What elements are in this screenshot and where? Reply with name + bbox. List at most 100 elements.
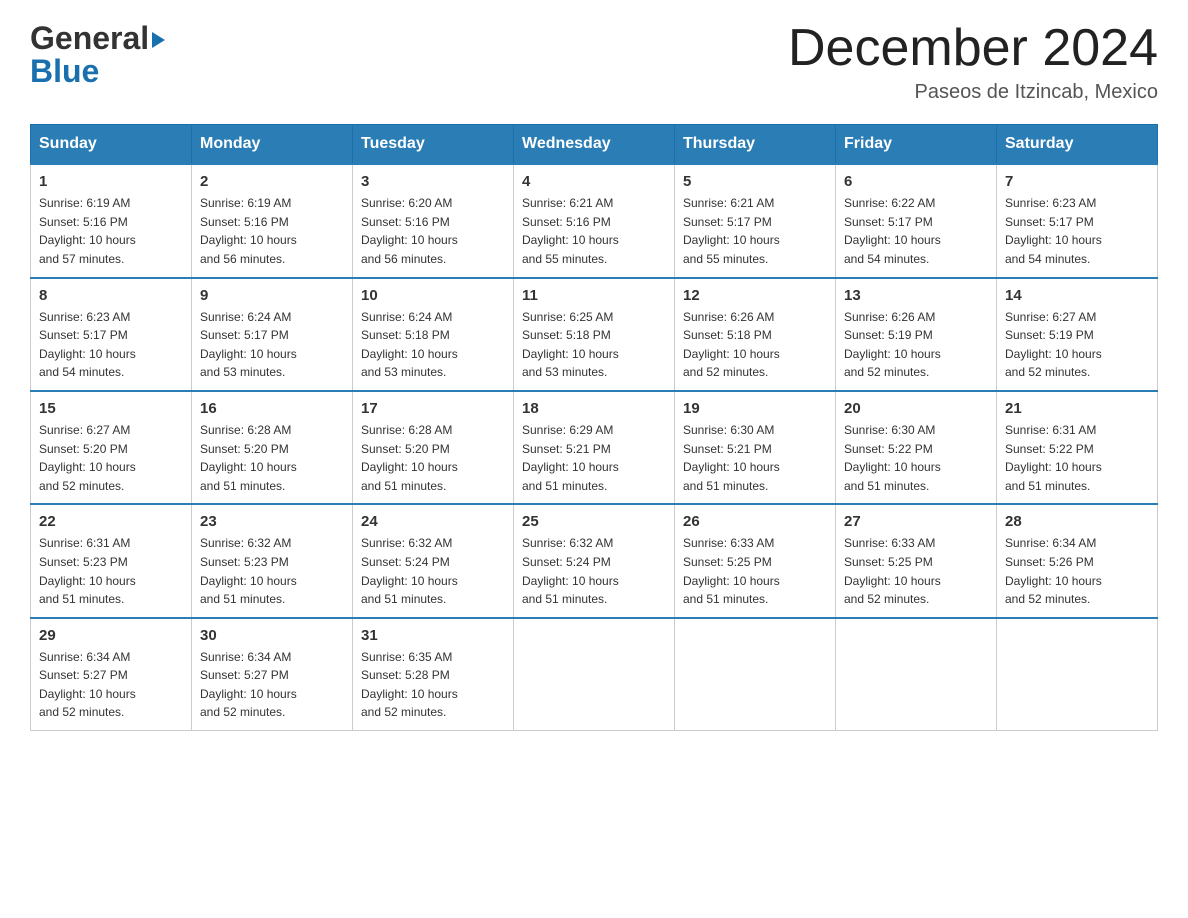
- day-info: Sunrise: 6:33 AM Sunset: 5:25 PM Dayligh…: [844, 534, 988, 608]
- day-cell: 20 Sunrise: 6:30 AM Sunset: 5:22 PM Dayl…: [836, 391, 997, 504]
- day-number: 25: [522, 513, 666, 530]
- week-row-1: 1 Sunrise: 6:19 AM Sunset: 5:16 PM Dayli…: [31, 164, 1158, 277]
- day-number: 14: [1005, 287, 1149, 304]
- day-info: Sunrise: 6:35 AM Sunset: 5:28 PM Dayligh…: [361, 648, 505, 722]
- day-number: 21: [1005, 400, 1149, 417]
- day-cell: 3 Sunrise: 6:20 AM Sunset: 5:16 PM Dayli…: [353, 164, 514, 277]
- day-info: Sunrise: 6:28 AM Sunset: 5:20 PM Dayligh…: [200, 421, 344, 495]
- calendar-body: 1 Sunrise: 6:19 AM Sunset: 5:16 PM Dayli…: [31, 164, 1158, 730]
- day-cell: [675, 618, 836, 731]
- day-number: 22: [39, 513, 183, 530]
- day-info: Sunrise: 6:34 AM Sunset: 5:27 PM Dayligh…: [200, 648, 344, 722]
- day-info: Sunrise: 6:20 AM Sunset: 5:16 PM Dayligh…: [361, 194, 505, 268]
- header-day-saturday: Saturday: [997, 125, 1158, 165]
- day-cell: 15 Sunrise: 6:27 AM Sunset: 5:20 PM Dayl…: [31, 391, 192, 504]
- day-info: Sunrise: 6:19 AM Sunset: 5:16 PM Dayligh…: [200, 194, 344, 268]
- page-header: General Blue December 2024 Paseos de Itz…: [30, 20, 1158, 104]
- day-number: 4: [522, 173, 666, 190]
- day-cell: 30 Sunrise: 6:34 AM Sunset: 5:27 PM Dayl…: [192, 618, 353, 731]
- day-cell: 1 Sunrise: 6:19 AM Sunset: 5:16 PM Dayli…: [31, 164, 192, 277]
- header-day-thursday: Thursday: [675, 125, 836, 165]
- day-number: 9: [200, 287, 344, 304]
- day-cell: 4 Sunrise: 6:21 AM Sunset: 5:16 PM Dayli…: [514, 164, 675, 277]
- day-number: 11: [522, 287, 666, 304]
- header-day-friday: Friday: [836, 125, 997, 165]
- day-info: Sunrise: 6:21 AM Sunset: 5:17 PM Dayligh…: [683, 194, 827, 268]
- month-year-title: December 2024: [788, 20, 1158, 77]
- day-info: Sunrise: 6:19 AM Sunset: 5:16 PM Dayligh…: [39, 194, 183, 268]
- day-number: 17: [361, 400, 505, 417]
- day-info: Sunrise: 6:29 AM Sunset: 5:21 PM Dayligh…: [522, 421, 666, 495]
- day-info: Sunrise: 6:27 AM Sunset: 5:20 PM Dayligh…: [39, 421, 183, 495]
- day-info: Sunrise: 6:24 AM Sunset: 5:17 PM Dayligh…: [200, 308, 344, 382]
- day-info: Sunrise: 6:34 AM Sunset: 5:27 PM Dayligh…: [39, 648, 183, 722]
- day-cell: 28 Sunrise: 6:34 AM Sunset: 5:26 PM Dayl…: [997, 504, 1158, 617]
- day-cell: 22 Sunrise: 6:31 AM Sunset: 5:23 PM Dayl…: [31, 504, 192, 617]
- day-number: 5: [683, 173, 827, 190]
- week-row-4: 22 Sunrise: 6:31 AM Sunset: 5:23 PM Dayl…: [31, 504, 1158, 617]
- logo: General Blue: [30, 20, 165, 90]
- day-number: 12: [683, 287, 827, 304]
- calendar-header: SundayMondayTuesdayWednesdayThursdayFrid…: [31, 125, 1158, 165]
- day-cell: 21 Sunrise: 6:31 AM Sunset: 5:22 PM Dayl…: [997, 391, 1158, 504]
- day-info: Sunrise: 6:30 AM Sunset: 5:22 PM Dayligh…: [844, 421, 988, 495]
- day-cell: [836, 618, 997, 731]
- day-info: Sunrise: 6:30 AM Sunset: 5:21 PM Dayligh…: [683, 421, 827, 495]
- header-day-sunday: Sunday: [31, 125, 192, 165]
- day-info: Sunrise: 6:32 AM Sunset: 5:24 PM Dayligh…: [522, 534, 666, 608]
- day-number: 20: [844, 400, 988, 417]
- day-number: 30: [200, 627, 344, 644]
- day-number: 27: [844, 513, 988, 530]
- location-subtitle: Paseos de Itzincab, Mexico: [788, 81, 1158, 104]
- day-number: 8: [39, 287, 183, 304]
- day-number: 13: [844, 287, 988, 304]
- day-info: Sunrise: 6:28 AM Sunset: 5:20 PM Dayligh…: [361, 421, 505, 495]
- day-number: 2: [200, 173, 344, 190]
- day-cell: 11 Sunrise: 6:25 AM Sunset: 5:18 PM Dayl…: [514, 278, 675, 391]
- week-row-3: 15 Sunrise: 6:27 AM Sunset: 5:20 PM Dayl…: [31, 391, 1158, 504]
- day-cell: 5 Sunrise: 6:21 AM Sunset: 5:17 PM Dayli…: [675, 164, 836, 277]
- logo-general: General: [30, 20, 149, 57]
- day-cell: 7 Sunrise: 6:23 AM Sunset: 5:17 PM Dayli…: [997, 164, 1158, 277]
- day-cell: 10 Sunrise: 6:24 AM Sunset: 5:18 PM Dayl…: [353, 278, 514, 391]
- day-number: 1: [39, 173, 183, 190]
- header-day-wednesday: Wednesday: [514, 125, 675, 165]
- day-number: 31: [361, 627, 505, 644]
- day-cell: 27 Sunrise: 6:33 AM Sunset: 5:25 PM Dayl…: [836, 504, 997, 617]
- day-info: Sunrise: 6:34 AM Sunset: 5:26 PM Dayligh…: [1005, 534, 1149, 608]
- day-cell: 13 Sunrise: 6:26 AM Sunset: 5:19 PM Dayl…: [836, 278, 997, 391]
- week-row-5: 29 Sunrise: 6:34 AM Sunset: 5:27 PM Dayl…: [31, 618, 1158, 731]
- day-info: Sunrise: 6:21 AM Sunset: 5:16 PM Dayligh…: [522, 194, 666, 268]
- header-day-tuesday: Tuesday: [353, 125, 514, 165]
- header-row: SundayMondayTuesdayWednesdayThursdayFrid…: [31, 125, 1158, 165]
- day-number: 28: [1005, 513, 1149, 530]
- day-info: Sunrise: 6:25 AM Sunset: 5:18 PM Dayligh…: [522, 308, 666, 382]
- day-info: Sunrise: 6:23 AM Sunset: 5:17 PM Dayligh…: [1005, 194, 1149, 268]
- logo-blue: Blue: [30, 53, 99, 90]
- day-number: 26: [683, 513, 827, 530]
- day-number: 24: [361, 513, 505, 530]
- week-row-2: 8 Sunrise: 6:23 AM Sunset: 5:17 PM Dayli…: [31, 278, 1158, 391]
- day-number: 16: [200, 400, 344, 417]
- day-cell: 25 Sunrise: 6:32 AM Sunset: 5:24 PM Dayl…: [514, 504, 675, 617]
- day-cell: 19 Sunrise: 6:30 AM Sunset: 5:21 PM Dayl…: [675, 391, 836, 504]
- day-info: Sunrise: 6:23 AM Sunset: 5:17 PM Dayligh…: [39, 308, 183, 382]
- day-number: 23: [200, 513, 344, 530]
- day-cell: 24 Sunrise: 6:32 AM Sunset: 5:24 PM Dayl…: [353, 504, 514, 617]
- day-cell: 26 Sunrise: 6:33 AM Sunset: 5:25 PM Dayl…: [675, 504, 836, 617]
- day-info: Sunrise: 6:26 AM Sunset: 5:18 PM Dayligh…: [683, 308, 827, 382]
- day-number: 15: [39, 400, 183, 417]
- day-cell: 9 Sunrise: 6:24 AM Sunset: 5:17 PM Dayli…: [192, 278, 353, 391]
- day-cell: 6 Sunrise: 6:22 AM Sunset: 5:17 PM Dayli…: [836, 164, 997, 277]
- day-info: Sunrise: 6:32 AM Sunset: 5:23 PM Dayligh…: [200, 534, 344, 608]
- day-number: 7: [1005, 173, 1149, 190]
- day-cell: 12 Sunrise: 6:26 AM Sunset: 5:18 PM Dayl…: [675, 278, 836, 391]
- day-info: Sunrise: 6:31 AM Sunset: 5:22 PM Dayligh…: [1005, 421, 1149, 495]
- day-cell: 31 Sunrise: 6:35 AM Sunset: 5:28 PM Dayl…: [353, 618, 514, 731]
- day-number: 10: [361, 287, 505, 304]
- day-cell: 16 Sunrise: 6:28 AM Sunset: 5:20 PM Dayl…: [192, 391, 353, 504]
- day-number: 19: [683, 400, 827, 417]
- day-info: Sunrise: 6:22 AM Sunset: 5:17 PM Dayligh…: [844, 194, 988, 268]
- day-cell: 29 Sunrise: 6:34 AM Sunset: 5:27 PM Dayl…: [31, 618, 192, 731]
- logo-triangle-icon: [152, 32, 165, 48]
